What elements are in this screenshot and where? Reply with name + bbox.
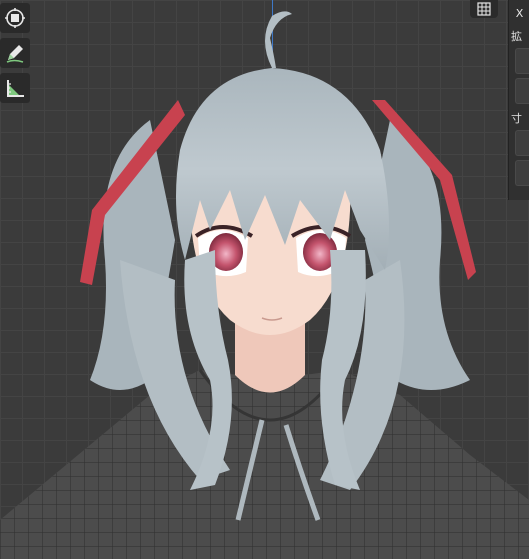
- move-gizmo-icon: [5, 8, 25, 28]
- size-label: 寸: [511, 112, 522, 125]
- grid-toggle-button[interactable]: [470, 0, 498, 18]
- scale-label: 拡: [511, 30, 522, 43]
- hoodie: [0, 369, 529, 559]
- annotate-tool-button[interactable]: [0, 38, 30, 68]
- transform-tool-button[interactable]: [0, 3, 30, 33]
- pen-icon: [6, 45, 24, 63]
- ruler-angle-icon: [7, 80, 24, 97]
- character-model: [0, 11, 529, 559]
- size-field-1[interactable]: [515, 130, 529, 156]
- scale-field-1[interactable]: [515, 48, 529, 74]
- 3d-viewport[interactable]: X 拡 寸: [0, 0, 529, 559]
- panel-close-button[interactable]: X: [510, 6, 529, 22]
- size-field-2[interactable]: [515, 160, 529, 186]
- grid-icon: [477, 2, 491, 16]
- scale-field-2[interactable]: [515, 78, 529, 104]
- measure-tool-button[interactable]: [0, 73, 30, 103]
